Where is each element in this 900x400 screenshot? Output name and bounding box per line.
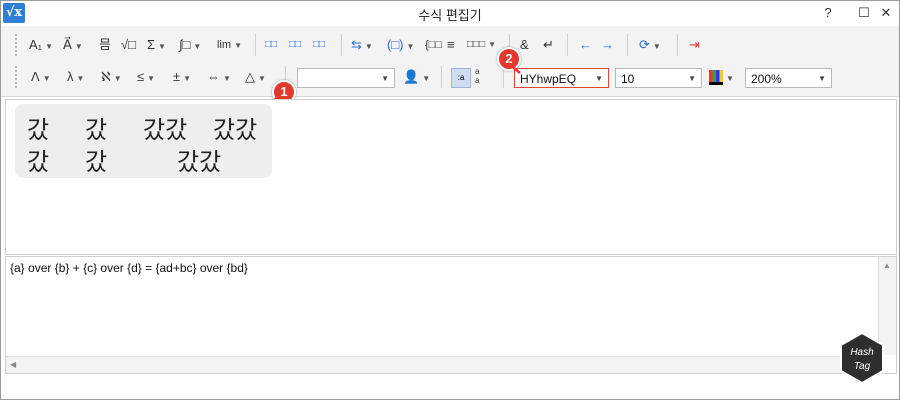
font-size-combo[interactable]: 10 ▼	[615, 68, 702, 88]
chevron-down-icon: ▼	[234, 41, 242, 50]
equation-editor-window: √x 수식 편집기 ? ☐ ✕ A₁ ▼ A⃗ ▼ 믐 √□ Σ ▼ ∫□ ▼ lim ▼…	[0, 0, 900, 400]
matrix-button-2[interactable]: □□	[289, 35, 301, 55]
chevron-down-icon: ▼	[113, 74, 122, 83]
chevron-down-icon: ▼	[422, 74, 431, 83]
separator	[255, 34, 256, 56]
chevron-down-icon: ▼	[381, 74, 389, 83]
chevron-down-icon: ▼	[183, 74, 192, 83]
chevron-down-icon: ▼	[595, 74, 603, 83]
chevron-down-icon: ▼	[652, 42, 661, 51]
script-text[interactable]: {a} over {b} + {c} over {d} = {ad+bc} ov…	[10, 261, 248, 275]
cases-button[interactable]: {□□	[425, 35, 442, 55]
formula-glyph: 갔	[27, 148, 50, 176]
horizontal-scrollbar[interactable]: ◀	[6, 356, 879, 373]
matrix-grid-button[interactable]: □□□ ▼	[467, 35, 496, 55]
rendered-formula: 갔 갔 갔갔 갔갔 갔 갔 갔갔	[15, 104, 272, 178]
chevron-down-icon: ▼	[406, 42, 415, 51]
text-color-button[interactable]: ▼	[709, 67, 734, 87]
arrow-stack-button[interactable]: ⇆ ▼	[351, 35, 373, 55]
chevron-down-icon: ▼	[688, 74, 696, 83]
formula-glyph: 갔갔	[213, 116, 258, 144]
scroll-up-icon[interactable]: ▲	[883, 261, 891, 270]
formula-glyph: 갔갔	[177, 148, 222, 176]
help-button[interactable]: ?	[817, 5, 839, 21]
newline-button[interactable]: ↵	[543, 35, 554, 55]
window-title: 수식 편집기	[418, 8, 482, 23]
chevron-down-icon: ▼	[488, 40, 497, 49]
callout-arrow-2	[507, 62, 521, 74]
bracket-button[interactable]: (□) ▼	[387, 35, 414, 55]
close-button[interactable]: ✕	[875, 5, 897, 21]
toolbar-grip	[15, 66, 20, 88]
operator-button[interactable]: ± ▼	[173, 67, 191, 87]
toolbar-grip	[15, 34, 20, 56]
zoom-combo[interactable]: 200% ▼	[745, 68, 832, 88]
pile-button[interactable]: ≡	[447, 35, 455, 55]
chevron-down-icon: ▼	[158, 42, 166, 51]
fraction-button[interactable]: 믐	[99, 35, 111, 55]
formula-glyph: 갔	[85, 116, 108, 144]
separator	[341, 34, 342, 56]
limit-button[interactable]: lim ▼	[217, 35, 242, 55]
exit-icon[interactable]: ⇥	[689, 35, 700, 55]
user-icon[interactable]: 👤 ▼	[403, 67, 430, 87]
script-editor[interactable]: {a} over {b} + {c} over {d} = {ad+bc} ov…	[5, 256, 897, 374]
relation-button[interactable]: ≤ ▼	[137, 67, 155, 87]
hashtag-logo: Hash Tag	[840, 331, 884, 385]
formula-glyph: 갔	[27, 116, 50, 144]
root-button[interactable]: √□	[121, 35, 136, 55]
matrix-button-3[interactable]: □□	[313, 35, 325, 55]
maximize-button[interactable]: ☐	[853, 5, 875, 21]
matrix-button-1[interactable]: □□	[265, 35, 277, 55]
undo-arrow-button[interactable]: ←	[579, 35, 592, 55]
greek-lower-button[interactable]: λ ▼	[67, 67, 84, 87]
chevron-down-icon: ▼	[76, 74, 85, 83]
equation-preview: 갔 갔 갔갔 갔갔 갔 갔 갔갔	[5, 99, 897, 255]
refresh-icon[interactable]: ⟳ ▼	[639, 35, 661, 55]
ampersand-button[interactable]: &	[520, 35, 529, 55]
svg-text:Tag: Tag	[854, 361, 871, 372]
special-symbol-button[interactable]: ℵ ▼	[101, 67, 122, 87]
subscript-button[interactable]: A₁ ▼	[29, 35, 53, 55]
chevron-down-icon: ▼	[364, 42, 373, 51]
redo-arrow-button[interactable]: →	[601, 35, 614, 55]
chevron-down-icon: ▼	[818, 74, 826, 83]
color-palette-icon	[709, 70, 723, 86]
chevron-down-icon: ▼	[223, 74, 231, 83]
display-mode-icon[interactable]: aa	[475, 67, 479, 87]
chevron-down-icon: ▼	[258, 74, 266, 83]
scroll-left-icon[interactable]: ◀	[10, 360, 16, 369]
title-bar: √x 수식 편집기 ? ☐ ✕	[1, 1, 899, 25]
sum-button[interactable]: Σ ▼	[147, 35, 166, 55]
separator	[441, 66, 442, 88]
formula-glyph: 갔갔	[143, 116, 188, 144]
arrow-symbol-button[interactable]: ⇔ ▼	[207, 67, 231, 87]
greek-upper-button[interactable]: Λ ▼	[31, 67, 51, 87]
svg-text:Hash: Hash	[850, 347, 874, 358]
formula-glyph: 갔	[85, 148, 108, 176]
font-combo[interactable]: HYhwpEQ ▼	[514, 68, 609, 88]
chevron-down-icon: ▼	[193, 42, 202, 51]
misc-symbol-button[interactable]: △ ▼	[245, 67, 266, 87]
chevron-down-icon: ▼	[726, 74, 734, 83]
toolbar: A₁ ▼ A⃗ ▼ 믐 √□ Σ ▼ ∫□ ▼ lim ▼ □□ □□ □□ ⇆ ▼ (□)…	[1, 26, 899, 97]
chevron-down-icon: ▼	[74, 42, 83, 51]
chevron-down-icon: ▼	[42, 74, 51, 83]
integral-button[interactable]: ∫□ ▼	[179, 35, 201, 55]
separator	[627, 34, 628, 56]
chevron-down-icon: ▼	[147, 74, 156, 83]
chevron-down-icon: ▼	[45, 42, 53, 51]
vector-accent-button[interactable]: A⃗ ▼	[63, 35, 83, 55]
style-combo[interactable]: ▼	[297, 68, 395, 88]
inline-mode-button[interactable]: :a	[451, 68, 471, 88]
separator	[677, 34, 678, 56]
separator	[567, 34, 568, 56]
